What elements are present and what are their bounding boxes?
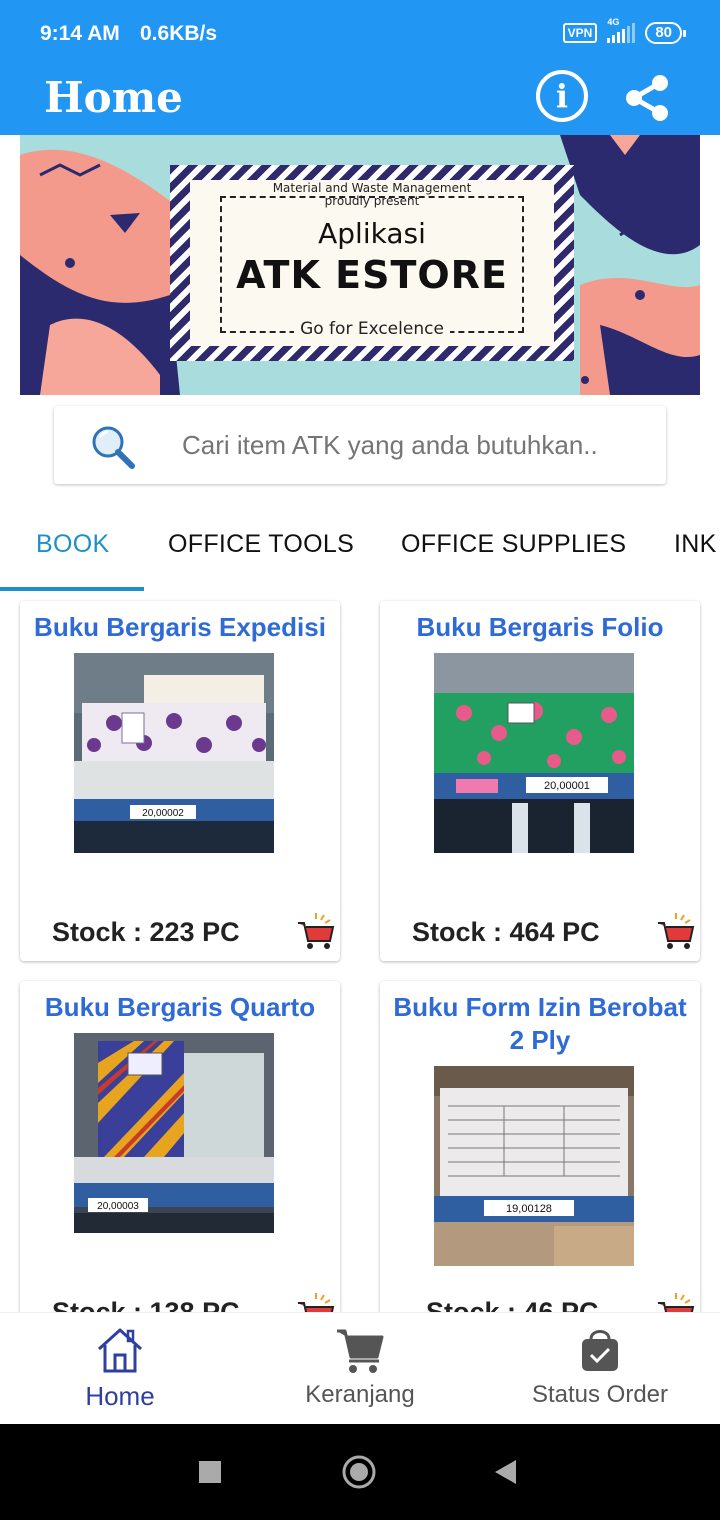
banner-subtitle: Material and Waste Management proudly pr… [190,182,554,208]
promo-banner[interactable]: Material and Waste Management proudly pr… [20,135,700,395]
tab-book[interactable]: BOOK [36,530,109,559]
battery-indicator: 80 [645,22,686,44]
tab-indicator [0,587,144,591]
recent-apps-icon[interactable] [199,1461,221,1483]
product-name: Buku Form Izin Berobat 2 Ply [393,992,687,1055]
banner-title-line2: ATK ESTORE [236,253,508,297]
banner-tagline: Go for Excelence [190,319,554,339]
product-stock: Stock : 464 PC [412,917,600,947]
signal-icon: 4G [607,17,636,43]
tab-office-tools[interactable]: OFFICE TOOLS [168,530,354,559]
product-card[interactable]: Buku Form Izin Berobat 2 Ply 19,00128 St… [380,981,700,1341]
system-nav-icons [199,1455,516,1489]
product-image[interactable]: 20,00002 [74,653,274,853]
nav-home-label: Home [85,1381,155,1411]
nav-keranjang-label: Keranjang [305,1381,415,1408]
status-network-speed: 0.6KB/s [140,22,218,45]
share-icon[interactable] [622,72,674,124]
bottom-navigation: Home Keranjang Status Order [0,1312,720,1424]
nav-status-order-label: Status Order [531,1381,669,1408]
status-bar: 9:14 AM 0.6KB/s VPN 4G 80 [0,0,720,70]
product-image[interactable]: 19,00128 [434,1066,634,1266]
product-card[interactable]: Buku Bergaris Folio 20,00001 Stock : 464… [380,601,700,961]
banner-tagline-text: Go for Excelence [294,319,450,339]
add-to-cart-icon[interactable] [656,911,696,951]
add-to-cart-icon[interactable] [296,911,336,951]
product-stock: Stock : 223 PC [52,917,240,947]
shelf-label: 20,00001 [544,780,590,792]
back-icon[interactable] [495,1460,516,1484]
status-time: 9:14 AM [40,22,120,45]
bag-check-icon [582,1330,618,1371]
product-image[interactable]: 20,00003 [74,1033,274,1233]
status-icons: VPN 4G 80 [562,17,686,44]
cart-icon [337,1329,384,1373]
product-card[interactable]: Buku Bergaris Expedisi 20,00002 Stock : … [20,601,340,961]
search-bar[interactable] [54,406,666,484]
product-name: Buku Bergaris Folio [416,612,664,642]
category-tabs: BOOK OFFICE TOOLS OFFICE SUPPLIES INK [0,512,720,592]
search-input[interactable] [182,430,652,461]
product-name: Buku Bergaris Expedisi [34,612,326,642]
page-title: Home [44,73,183,122]
tab-office-supplies[interactable]: OFFICE SUPPLIES [401,530,626,559]
vpn-indicator: VPN [562,23,598,43]
tab-ink[interactable]: INK [674,530,717,559]
home-icon [97,1328,143,1373]
nav-home[interactable]: Home [0,1313,240,1425]
app-bar: Home i [0,70,720,135]
network-type: 4G [607,17,620,27]
product-image[interactable]: 20,00001 [434,653,634,853]
shelf-label: 20,00003 [97,1201,139,1212]
product-name: Buku Bergaris Quarto [44,992,316,1022]
system-navigation-bar [0,1424,720,1520]
info-icon[interactable]: i [536,70,588,122]
banner-title-line1: Aplikasi [318,217,426,250]
shelf-label: 19,00128 [506,1203,552,1215]
screen: 9:14 AM 0.6KB/s VPN 4G 80 Home i Materia… [0,0,720,1520]
nav-keranjang[interactable]: Keranjang [240,1313,480,1425]
product-card[interactable]: Buku Bergaris Quarto 20,00003 Stock : 13… [20,981,340,1341]
search-icon [92,426,135,469]
nav-status-order[interactable]: Status Order [480,1313,720,1425]
shelf-label: 20,00002 [142,808,184,819]
banner-subtitle-line2: proudly present [324,194,420,208]
